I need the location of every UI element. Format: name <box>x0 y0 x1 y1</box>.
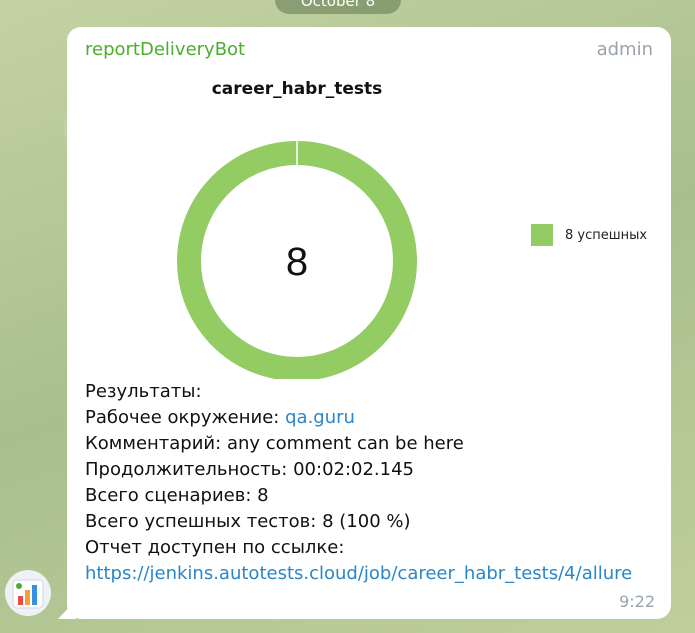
env-link[interactable]: qa.guru <box>285 407 355 428</box>
duration-label: Продолжительность: <box>85 459 288 480</box>
donut-center-label: 8 <box>286 240 308 284</box>
date-pill: October 8 <box>275 0 401 14</box>
donut-svg: 8 <box>177 141 417 379</box>
legend-label: 8 успешных <box>565 227 648 243</box>
results-text: Результаты: Рабочее окружение: qa.guru К… <box>85 379 660 587</box>
env-line: Рабочее окружение: qa.guru <box>85 405 660 431</box>
chart-legend: 8 успешных <box>531 224 647 246</box>
scenarios-value: 8 <box>257 485 269 506</box>
message-bubble[interactable]: reportDeliveryBot admin career_habr_test… <box>67 27 671 619</box>
passed-label: Всего успешных тестов: <box>85 511 317 532</box>
report-link[interactable]: https://jenkins.autotests.cloud/job/care… <box>85 563 632 584</box>
comment-line: Комментарий: any comment can be here <box>85 431 660 457</box>
scenarios-label: Всего сценариев: <box>85 485 252 506</box>
sender-role: admin <box>596 39 653 60</box>
bot-avatar[interactable] <box>5 570 51 616</box>
env-label: Рабочее окружение: <box>85 407 280 428</box>
passed-line: Всего успешных тестов: 8 (100 %) <box>85 509 660 535</box>
bar-chart-icon <box>12 579 44 609</box>
legend-swatch <box>531 224 553 246</box>
donut-chart: career_habr_tests 8 8 успешных <box>157 79 657 379</box>
scenarios-line: Всего сценариев: 8 <box>85 483 660 509</box>
report-url-line: https://jenkins.autotests.cloud/job/care… <box>85 561 660 587</box>
results-heading: Результаты: <box>85 379 660 405</box>
results-heading-label: Результаты: <box>85 381 202 402</box>
report-line: Отчет доступен по ссылке: <box>85 535 660 561</box>
duration-value: 00:02:02.145 <box>293 459 415 480</box>
report-label: Отчет доступен по ссылке: <box>85 537 345 558</box>
sender-name[interactable]: reportDeliveryBot <box>85 39 245 60</box>
message-time: 9:22 <box>619 592 655 611</box>
comment-label: Комментарий: <box>85 433 222 454</box>
passed-value: 8 (100 %) <box>322 511 411 532</box>
duration-line: Продолжительность: 00:02:02.145 <box>85 457 660 483</box>
comment-value: any comment can be here <box>226 433 464 454</box>
